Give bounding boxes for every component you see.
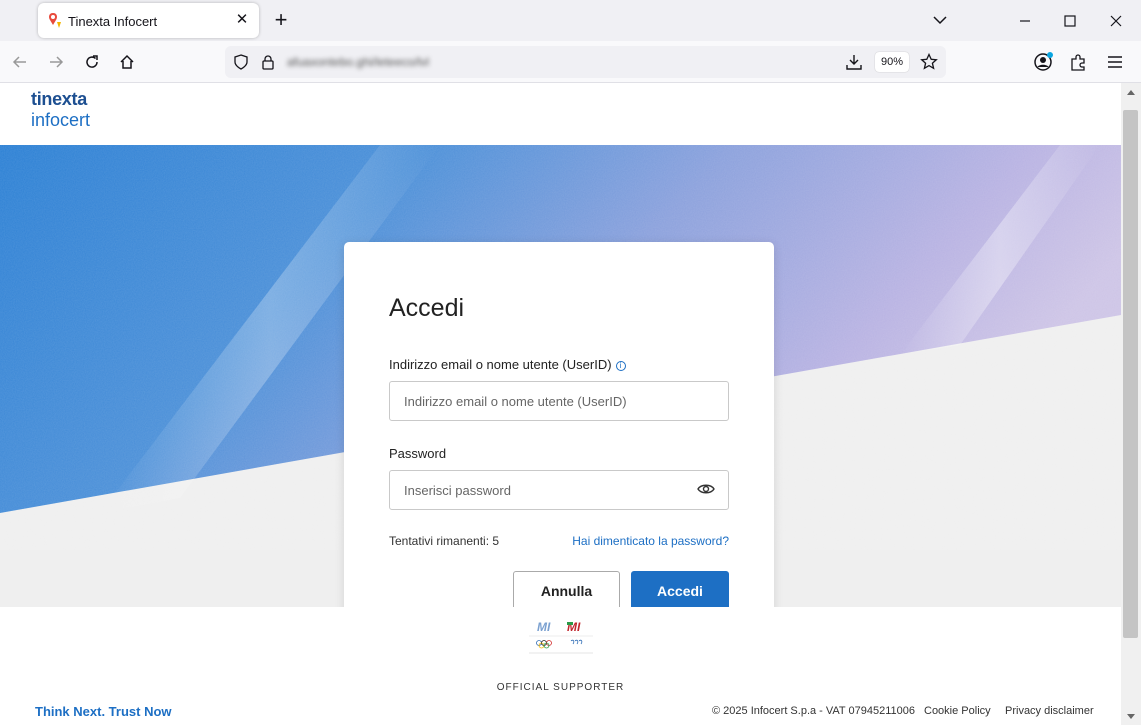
scroll-up-arrow-icon[interactable] xyxy=(1126,88,1136,96)
login-title: Accedi xyxy=(389,294,465,322)
password-input[interactable] xyxy=(389,470,729,510)
cookie-policy-link[interactable]: Cookie Policy xyxy=(924,705,991,717)
logo-tinexta[interactable]: tinexta xyxy=(31,89,87,110)
copyright-text: © 2025 Infocert S.p.a - VAT 07945211006 xyxy=(712,705,915,717)
bookmark-star-icon[interactable] xyxy=(920,53,938,71)
navigation-toolbar: afuaxontebo.ghi/leteeco/lvl 90% xyxy=(0,41,1141,83)
privacy-disclaimer-link[interactable]: Privacy disclaimer xyxy=(1005,705,1094,717)
logo-infocert[interactable]: infocert xyxy=(31,110,90,131)
site-footer: MI MI OFFICIAL SUPPORTER Think Next. Tru… xyxy=(0,607,1121,725)
url-text: afuaxontebo.ghi/leteeco/lvl xyxy=(287,55,430,69)
account-icon[interactable] xyxy=(1033,52,1053,72)
window-close-icon[interactable] xyxy=(1106,11,1126,31)
olympic-paralympic-logos: MI MI xyxy=(529,620,593,654)
official-supporter-label: OFFICIAL SUPPORTER xyxy=(496,682,625,693)
username-input[interactable] xyxy=(389,381,729,421)
forward-icon[interactable] xyxy=(44,50,68,74)
address-bar[interactable]: afuaxontebo.ghi/leteeco/lvl 90% xyxy=(225,46,946,78)
extensions-icon[interactable] xyxy=(1069,52,1089,72)
page-viewport: tinexta infocert Accedi Indirizzo email … xyxy=(0,83,1121,725)
list-all-tabs-icon[interactable] xyxy=(932,12,948,28)
maximize-icon[interactable] xyxy=(1060,11,1080,31)
browser-tab[interactable]: Tinexta Infocert ✕ xyxy=(38,3,259,38)
footer-slogan: Think Next. Trust Now xyxy=(35,704,172,719)
reload-icon[interactable] xyxy=(80,50,104,74)
back-icon[interactable] xyxy=(8,50,32,74)
site-header: tinexta infocert xyxy=(0,83,1121,145)
menu-icon[interactable] xyxy=(1106,54,1124,70)
download-icon[interactable] xyxy=(845,53,863,71)
forgot-password-link[interactable]: Hai dimenticato la password? xyxy=(572,534,729,548)
remaining-attempts: Tentativi rimanenti: 5 xyxy=(389,534,500,548)
cancel-button[interactable]: Annulla xyxy=(513,571,620,610)
login-button[interactable]: Accedi xyxy=(631,571,729,610)
minimize-icon[interactable] xyxy=(1015,11,1035,31)
lock-icon[interactable] xyxy=(261,54,275,70)
site-favicon-icon xyxy=(49,13,61,28)
tab-strip: Tinexta Infocert ✕ + xyxy=(0,0,1141,41)
new-tab-icon[interactable]: + xyxy=(271,9,291,31)
info-icon[interactable]: i xyxy=(615,361,626,371)
tab-close-icon[interactable]: ✕ xyxy=(233,11,251,29)
zoom-level[interactable]: 90% xyxy=(875,52,909,72)
svg-text:MI: MI xyxy=(537,620,551,634)
username-label: Indirizzo email o nome utente (UserID) i xyxy=(389,357,626,372)
tab-title: Tinexta Infocert xyxy=(68,14,158,29)
scroll-down-arrow-icon[interactable] xyxy=(1126,713,1136,721)
home-icon[interactable] xyxy=(115,50,139,74)
hero-background: Accedi Indirizzo email o nome utente (Us… xyxy=(0,145,1121,655)
password-label: Password xyxy=(389,446,447,461)
login-card: Accedi Indirizzo email o nome utente (Us… xyxy=(344,242,774,655)
scrollbar-thumb[interactable] xyxy=(1123,110,1138,638)
shield-icon[interactable] xyxy=(233,54,249,70)
show-password-eye-icon[interactable] xyxy=(697,482,715,496)
